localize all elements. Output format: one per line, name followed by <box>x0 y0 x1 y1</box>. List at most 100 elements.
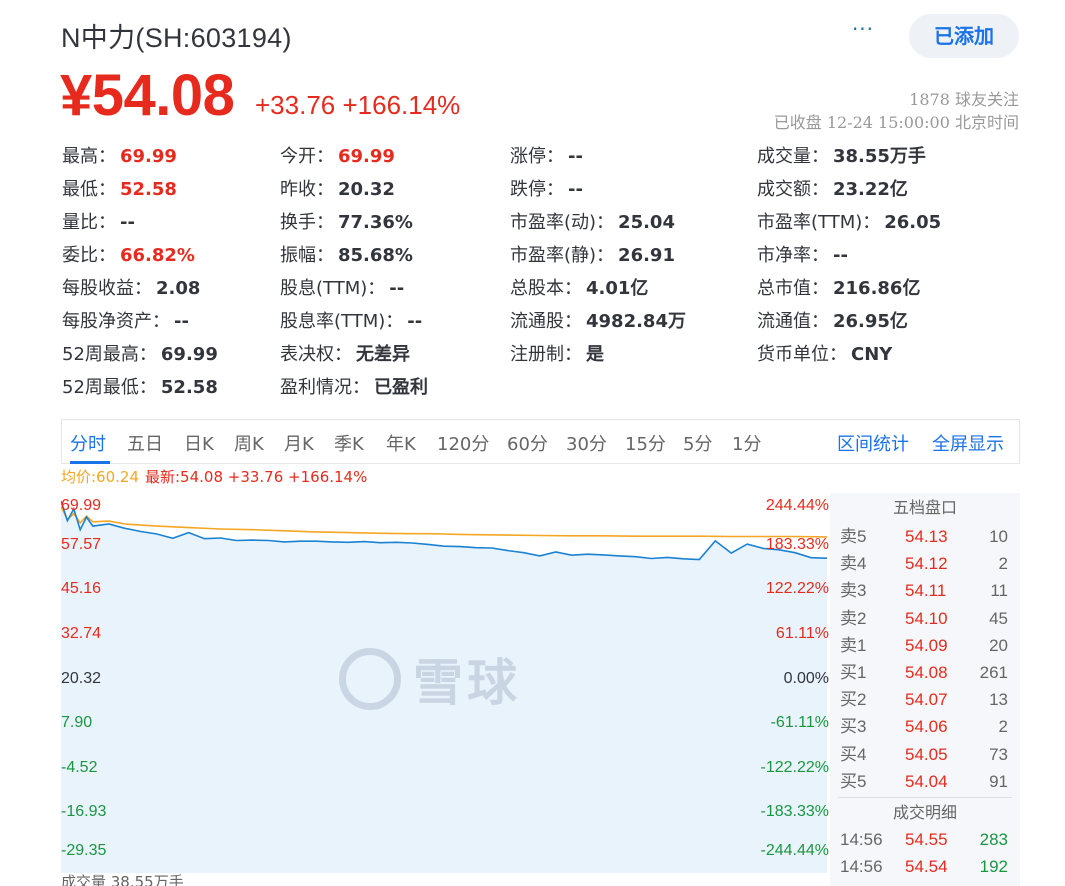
y-axis-tick-right: 122.22% <box>765 580 829 598</box>
order-price: 54.13 <box>905 527 948 546</box>
order-book-row: 买3 54.06 2 <box>830 713 1020 740</box>
y-axis-tick-left: 20.32 <box>61 669 102 687</box>
quote-cell: 注册制：是 <box>510 343 604 367</box>
quote-value: 66.82% <box>120 245 195 266</box>
quote-label: 涨停： <box>510 146 564 167</box>
chart-tab[interactable]: 季K <box>334 430 364 456</box>
order-price: 54.09 <box>905 635 948 655</box>
order-book-title: 五档盘口 <box>892 498 957 517</box>
quote-cell: 表决权： 无差异 <box>280 343 410 367</box>
quote-value: 4982.84万 <box>586 311 686 332</box>
quote-row: 每股净资产： -- 股息率(TTM)： -- 流通股： 4982.84万 流通值： 26.95… <box>62 310 1022 343</box>
chart-tab[interactable]: 五日 <box>127 430 163 456</box>
trade-detail-title: 成交明细 <box>892 802 957 822</box>
intraday-chart[interactable]: 雪球 69.99 244.44% 57.57 183.33% 45.16 122.22% 3… <box>61 493 829 873</box>
quote-value: 38.55万手 <box>833 146 926 167</box>
chart-tab[interactable]: 1分 <box>732 430 761 456</box>
quote-cell: 振幅： 85.68% <box>280 244 413 268</box>
quote-label: 量比： <box>62 212 116 233</box>
quote-value: 已盈利 <box>374 377 428 398</box>
quote-label: 总股本： <box>510 278 582 299</box>
chart-tab[interactable]: 周K <box>234 430 264 456</box>
order-book-panel: 五档盘口 卖5 54.13 10 卖4 54.12 2 卖3 54.11 11 卖2 54.10 45 卖… <box>830 493 1020 886</box>
quote-label: 市盈率(TTM)： <box>757 212 881 233</box>
quote-cell: 涨停： -- <box>510 145 583 169</box>
quote-value: -- <box>407 311 423 332</box>
chart-tab[interactable]: 30分 <box>566 430 607 456</box>
current-price: ¥54.08 <box>60 63 235 128</box>
quote-row: 最低： 52.58 昨收： 20.32 跌停： -- 成交额： 23.22亿 <box>62 178 1022 211</box>
order-volume: 2 <box>998 554 1008 574</box>
quote-cell: 成交量： 38.55万手 <box>757 145 926 169</box>
chart-tab[interactable]: 5分 <box>683 430 712 456</box>
quote-cell: 流通值： 26.95亿 <box>757 310 908 334</box>
quote-row: 52周最高： 69.99 表决权： 无差异 注册制：是 货币单位： CNY <box>62 343 1022 376</box>
quote-value: 20.32 <box>338 179 395 200</box>
quote-label: 流通股： <box>510 311 582 332</box>
quote-label: 最低： <box>62 179 116 200</box>
quote-value: -- <box>389 278 405 299</box>
quote-row: 量比： -- 换手： 77.36% 市盈率(动)： 25.04 市盈率(TTM)： 26.05 <box>62 211 1022 244</box>
xueqiu-logo-icon <box>339 648 401 710</box>
quote-cell: 最低： 52.58 <box>62 178 177 202</box>
y-axis-tick-right: 61.11% <box>775 624 829 642</box>
quote-label: 注册制： <box>510 344 582 365</box>
trade-price: 54.44 <box>905 880 948 886</box>
order-price: 54.08 <box>905 662 948 682</box>
order-volume: 73 <box>989 744 1008 764</box>
quote-value: 69.99 <box>120 146 177 167</box>
order-volume: 45 <box>989 608 1008 628</box>
chart-tab[interactable]: 月K <box>284 430 314 456</box>
chart-tab[interactable]: 60分 <box>507 430 548 456</box>
active-tab-underline <box>70 461 110 464</box>
chart-tab[interactable]: 分时 <box>70 430 106 456</box>
fullscreen-link[interactable]: 全屏显示 <box>932 430 1004 456</box>
quote-value: 85.68% <box>338 245 413 266</box>
quote-cell: 52周最高： 69.99 <box>62 343 218 367</box>
order-level-label: 买1 <box>840 662 867 682</box>
y-axis-tick-left: 7.90 <box>61 714 93 732</box>
quote-value: 69.99 <box>338 146 395 167</box>
order-book-row: 卖4 54.12 2 <box>830 550 1020 577</box>
quote-value: 26.95亿 <box>833 311 908 332</box>
order-level-label: 卖2 <box>840 608 867 628</box>
y-axis-tick-left: 45.16 <box>61 580 102 598</box>
quote-label: 表决权： <box>280 344 352 365</box>
order-volume: 13 <box>989 690 1008 710</box>
y-axis-tick-right: -61.11% <box>770 714 829 732</box>
quote-label: 总市值： <box>757 278 829 299</box>
y-axis-tick-right: 0.00% <box>783 669 829 687</box>
chart-tab[interactable]: 年K <box>386 430 416 456</box>
quote-label: 成交额： <box>757 179 829 200</box>
y-axis-tick-right: -183.33% <box>760 803 830 821</box>
quote-value: 无差异 <box>356 344 410 365</box>
trade-detail-row: 14:56 54.54 192 <box>830 853 1020 880</box>
avg-price-legend: 均价:60.24 <box>61 468 139 486</box>
order-level-label: 卖3 <box>840 581 867 601</box>
trade-time: 14:56 <box>840 857 883 877</box>
chart-legend: 均价:60.24 最新:54.08 +33.76 +166.14% <box>61 466 367 487</box>
order-level-label: 买2 <box>840 690 867 710</box>
follower-count[interactable]: 1878 球友关注 <box>909 86 1019 110</box>
quote-cell: 昨收： 20.32 <box>280 178 395 202</box>
order-price: 54.12 <box>905 554 948 574</box>
quote-row: 52周最低： 52.58 盈利情况： 已盈利 <box>62 376 1022 409</box>
y-axis-tick-left: -4.52 <box>61 758 98 776</box>
quote-cell: 市盈率(静)： 26.91 <box>510 244 675 268</box>
quote-cell: 今开： 69.99 <box>280 145 395 169</box>
chart-tab[interactable]: 120分 <box>437 430 489 456</box>
more-options-icon[interactable]: ··· <box>850 18 876 44</box>
range-stats-link[interactable]: 区间统计 <box>837 430 909 456</box>
quote-row: 每股收益： 2.08 股息(TTM)： -- 总股本： 4.01亿 总市值： 216.86亿 <box>62 277 1022 310</box>
order-level-label: 买3 <box>840 717 867 737</box>
quote-value: 2.08 <box>156 278 201 299</box>
added-watchlist-button[interactable]: 已添加 <box>909 14 1019 58</box>
chart-tab[interactable]: 15分 <box>625 430 666 456</box>
trade-volume: 192 <box>979 857 1008 877</box>
quote-label: 货币单位： <box>757 344 847 365</box>
order-price: 54.07 <box>905 690 948 710</box>
quote-label: 最高： <box>62 146 116 167</box>
price-change: +33.76 +166.14% <box>255 90 461 120</box>
chart-tab[interactable]: 日K <box>184 430 214 456</box>
order-book-row: 卖5 54.13 10 <box>830 523 1020 550</box>
